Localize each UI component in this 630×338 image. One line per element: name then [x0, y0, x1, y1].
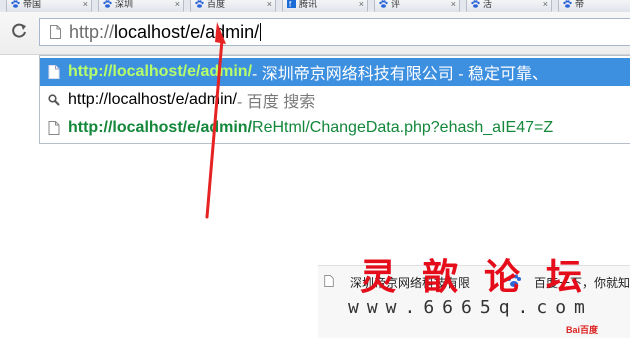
suggestion-item-1[interactable]: http://localhost/e/admin/ - 深圳帝京网络科技有限公司… — [40, 58, 630, 86]
page-icon — [48, 65, 60, 79]
address-bar[interactable]: http://localhost/e/admin/ — [39, 18, 630, 46]
paw-icon — [11, 0, 20, 8]
tab-strip: 帝国×深圳×百度×f腾讯×评×活×帝× — [0, 0, 630, 12]
tab-label: 帝 — [575, 0, 585, 9]
suggestion-url: http://localhost/e/admin/ — [68, 63, 253, 80]
close-icon[interactable]: × — [267, 0, 272, 9]
close-icon[interactable]: × — [175, 0, 180, 9]
reload-icon[interactable] — [8, 22, 30, 44]
tab-label: 深圳 — [115, 0, 134, 9]
tab-6[interactable]: 活 × — [466, 0, 552, 12]
tab-4[interactable]: f 腾讯 × — [282, 0, 368, 12]
tab-label: 评 — [391, 0, 401, 9]
page-icon — [324, 275, 334, 287]
suggestion-path: ReHtml/ChangeData.php?ehash_aIE47=Z — [252, 119, 554, 136]
close-icon[interactable]: × — [451, 0, 456, 9]
toolbar: http://localhost/e/admin/ — [0, 12, 630, 55]
tab-label: 百度 — [207, 0, 226, 9]
suggestion-item-3[interactable]: http://localhost/e/admin/ ReHtml/ChangeD… — [40, 114, 630, 142]
address-text: http://localhost/e/admin/ — [69, 22, 259, 43]
close-icon[interactable]: × — [83, 0, 88, 9]
text-caret — [260, 23, 262, 41]
blue-f-icon: f — [287, 0, 296, 8]
tab-label: 活 — [483, 0, 493, 9]
address-scheme: http:// — [69, 21, 115, 42]
suggestion-query: http://localhost/e/admin/ — [68, 91, 237, 108]
tab-label: 帝国 — [23, 0, 42, 9]
baidu-logo: Bai百度 — [566, 325, 599, 335]
suggestion-item-2[interactable]: http://localhost/e/admin/ - 百度 搜索 — [40, 86, 630, 114]
paw-icon — [379, 0, 388, 8]
address-host-path: localhost/e/admin/ — [114, 21, 260, 42]
watermark-url: www.6665q.com — [348, 297, 593, 318]
tab-3[interactable]: 百度 × — [190, 0, 276, 12]
close-icon[interactable]: × — [543, 0, 548, 9]
paw-icon — [563, 0, 572, 8]
tab-label: 腾讯 — [299, 0, 318, 9]
suggestion-engine: - 百度 搜索 — [236, 94, 316, 111]
tab-1[interactable]: 帝国 × — [6, 0, 92, 12]
suggestion-title: - 深圳帝京网络科技有限公司 - 稳定可靠、 — [252, 66, 549, 83]
omnibox-suggestions: http://localhost/e/admin/ - 深圳帝京网络科技有限公司… — [39, 55, 630, 144]
paw-icon — [103, 0, 112, 8]
close-icon[interactable]: × — [359, 0, 364, 9]
reload-glyph-icon — [12, 23, 26, 38]
paw-icon — [471, 0, 480, 8]
page-icon — [48, 121, 60, 135]
paw-icon — [195, 0, 204, 8]
tab-7[interactable]: 帝× — [558, 0, 630, 12]
watermark-title: 灵歆论坛 — [360, 256, 609, 298]
page-icon — [50, 25, 61, 39]
suggestion-url: http://localhost/e/admin/ — [68, 119, 253, 136]
search-icon — [48, 94, 60, 106]
tab-5[interactable]: 评 × — [374, 0, 460, 12]
tab-2[interactable]: 深圳 × — [98, 0, 184, 12]
